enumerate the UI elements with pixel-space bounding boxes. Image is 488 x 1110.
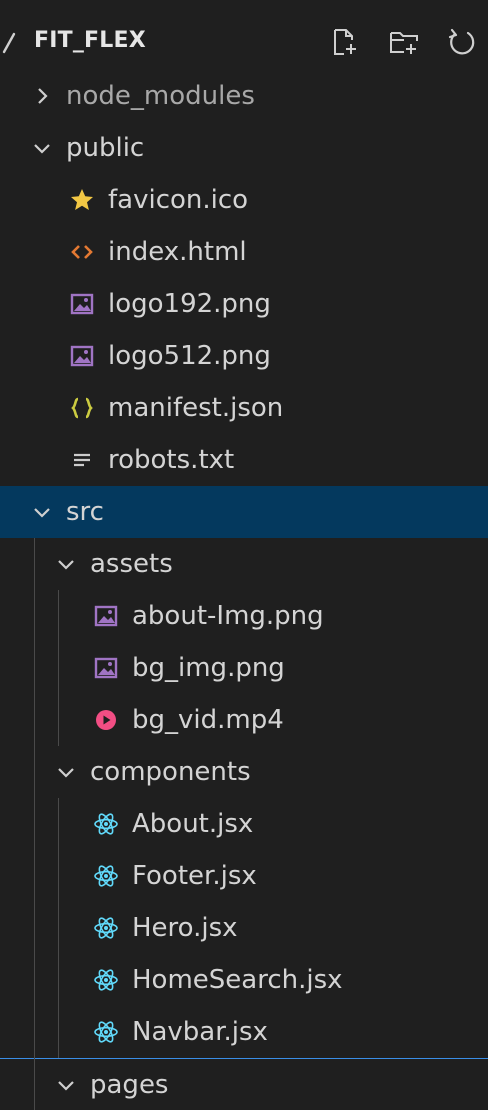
- tree-item-label: node_modules: [66, 81, 255, 111]
- file-item-bg-vid-mp4[interactable]: bg_vid.mp4: [0, 694, 488, 746]
- refresh-icon[interactable]: [446, 26, 478, 58]
- chevron-down-icon[interactable]: [2, 30, 16, 56]
- tree-item-label: favicon.ico: [108, 185, 249, 215]
- tree-item-label: About.jsx: [132, 809, 254, 839]
- react-icon: [92, 810, 120, 838]
- folder-item-node-modules[interactable]: node_modules: [0, 70, 488, 122]
- file-item-navbar-jsx[interactable]: Navbar.jsx: [0, 1006, 488, 1058]
- folder-item-assets[interactable]: assets: [0, 538, 488, 590]
- file-item-robots-txt[interactable]: robots.txt: [0, 434, 488, 486]
- star-icon: [68, 186, 96, 214]
- chevron-down-icon[interactable]: [52, 758, 80, 786]
- file-item-footer-jsx[interactable]: Footer.jsx: [0, 850, 488, 902]
- folder-item-public[interactable]: public: [0, 122, 488, 174]
- chevron-down-icon[interactable]: [28, 498, 56, 526]
- file-item-homesearch-jsx[interactable]: HomeSearch.jsx: [0, 954, 488, 1006]
- tree-item-label: Footer.jsx: [132, 861, 257, 891]
- tree-item-label: assets: [90, 549, 173, 579]
- tree-item-label: src: [66, 497, 104, 527]
- react-icon: [92, 862, 120, 890]
- tree-item-label: bg_vid.mp4: [132, 705, 284, 735]
- json-icon: [68, 394, 96, 422]
- tree-item-label: robots.txt: [108, 445, 235, 475]
- chevron-down-icon[interactable]: [28, 134, 56, 162]
- folder-item-pages[interactable]: pages: [0, 1058, 488, 1110]
- indent-guide: [58, 590, 59, 746]
- react-icon: [92, 914, 120, 942]
- tree-item-label: pages: [90, 1069, 169, 1100]
- chevron-down-icon[interactable]: [52, 550, 80, 578]
- react-icon: [92, 1018, 120, 1046]
- folder-item-components[interactable]: components: [0, 746, 488, 798]
- file-item-about-img-png[interactable]: about-Img.png: [0, 590, 488, 642]
- new-file-icon[interactable]: [328, 26, 360, 58]
- tree-item-label: components: [90, 757, 251, 787]
- text-lines-icon: [68, 446, 96, 474]
- tree-item-label: about-Img.png: [132, 601, 324, 631]
- tree-item-label: bg_img.png: [132, 653, 285, 683]
- chevron-down-icon[interactable]: [52, 1071, 80, 1099]
- image-icon: [68, 290, 96, 318]
- file-item-manifest-json[interactable]: manifest.json: [0, 382, 488, 434]
- image-icon: [68, 342, 96, 370]
- video-icon: [92, 706, 120, 734]
- file-explorer: FIT_FLEX node_modules public favicon.ico…: [0, 0, 488, 1110]
- indent-guide: [34, 538, 35, 1110]
- file-item-logo192-png[interactable]: logo192.png: [0, 278, 488, 330]
- file-item-about-jsx[interactable]: About.jsx: [0, 798, 488, 850]
- file-item-hero-jsx[interactable]: Hero.jsx: [0, 902, 488, 954]
- tree-item-label: logo512.png: [108, 341, 271, 371]
- file-item-index-html[interactable]: index.html: [0, 226, 488, 278]
- chevron-right-icon[interactable]: [28, 82, 56, 110]
- workspace-title[interactable]: FIT_FLEX: [34, 28, 146, 53]
- tree-item-label: Navbar.jsx: [132, 1017, 268, 1047]
- file-item-logo512-png[interactable]: logo512.png: [0, 330, 488, 382]
- tree-item-label: public: [66, 133, 145, 163]
- new-folder-icon[interactable]: [388, 26, 420, 58]
- react-icon: [92, 966, 120, 994]
- tree-item-label: Hero.jsx: [132, 913, 238, 943]
- folder-item-src[interactable]: src: [0, 486, 488, 538]
- tree-item-label: HomeSearch.jsx: [132, 965, 343, 995]
- html-icon: [68, 238, 96, 266]
- indent-guide: [58, 798, 59, 1058]
- tree-item-label: manifest.json: [108, 393, 284, 423]
- image-icon: [92, 654, 120, 682]
- file-item-favicon-ico[interactable]: favicon.ico: [0, 174, 488, 226]
- image-icon: [92, 602, 120, 630]
- tree-item-label: index.html: [108, 237, 247, 267]
- tree-item-label: logo192.png: [108, 289, 271, 319]
- file-item-bg-img-png[interactable]: bg_img.png: [0, 642, 488, 694]
- explorer-header: FIT_FLEX: [0, 16, 488, 70]
